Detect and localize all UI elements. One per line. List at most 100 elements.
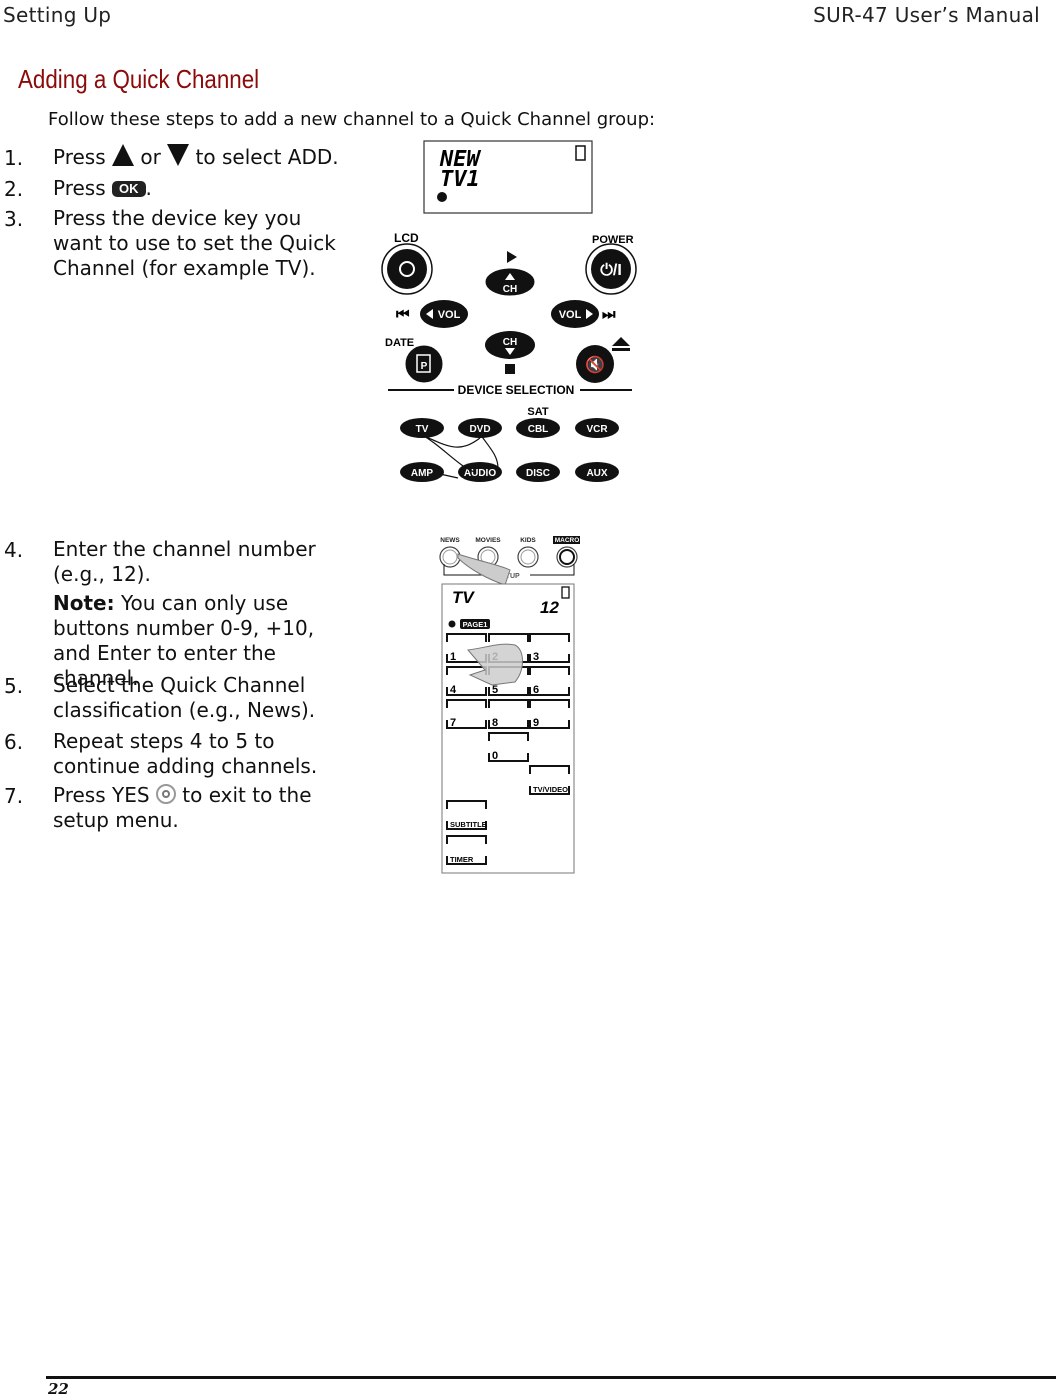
volume-down-button: VOL: [420, 300, 468, 328]
quick-label: NEWS: [440, 537, 460, 544]
footer-rule: [46, 1376, 1056, 1379]
key-label: 8: [492, 717, 498, 729]
play-icon: [507, 251, 517, 263]
key-label: 6: [533, 684, 539, 696]
step-text: to select: [195, 145, 282, 169]
step-1: Press or to select ADD.: [53, 144, 393, 170]
lcd-screen: NEW TV1: [423, 140, 593, 214]
quick-label: MACRO: [555, 537, 580, 544]
header-section: Setting Up: [3, 3, 112, 27]
device-label: AMP: [411, 468, 434, 479]
step-number: 5.: [4, 674, 24, 698]
lcd-channel: 12: [540, 598, 559, 617]
channel-down-button: CH: [485, 331, 535, 359]
battery-icon: [561, 586, 570, 599]
power-icon: ⏻/I: [600, 262, 622, 279]
vol-label: VOL: [438, 309, 461, 321]
signal-icon: [437, 192, 447, 202]
device-label: VCR: [586, 424, 608, 435]
ch-label: CH: [503, 337, 517, 348]
step-2: Press OK.: [53, 176, 363, 201]
sat-label: SAT: [527, 406, 548, 418]
step-number: 4.: [4, 538, 24, 562]
header-manual-title: SUR-47 User’s Manual: [813, 3, 1040, 27]
down-arrow-icon: [167, 144, 190, 166]
device-label: DVD: [469, 424, 490, 435]
previous-track-icon: ⏮: [396, 306, 410, 323]
device-button-cbl: CBL: [516, 418, 560, 438]
step-5: Select the Quick Channel classification …: [53, 673, 316, 722]
device-button-disc: DISC: [516, 462, 560, 482]
step-number: 3.: [4, 207, 24, 231]
device-label: TV: [416, 424, 429, 435]
mute-icon: 🔇: [585, 355, 605, 374]
key-label: TIMER: [450, 855, 474, 864]
channel-up-button: CH: [484, 267, 536, 297]
power-button: ⏻/I: [585, 243, 637, 295]
quick-button-kids: KIDS: [517, 537, 539, 568]
page-icon: P: [421, 361, 428, 372]
ok-button-icon: OK: [112, 181, 146, 197]
step-text: Press: [53, 176, 106, 200]
key-label: 4: [450, 684, 457, 696]
volume-up-button: VOL: [551, 300, 599, 328]
vol-label: VOL: [559, 309, 582, 321]
next-track-icon: ⏭: [602, 306, 616, 323]
note-label: Note:: [53, 591, 115, 615]
eject-icon: [612, 337, 630, 346]
date-label: DATE: [385, 337, 414, 349]
device-button-aux: AUX: [575, 462, 619, 482]
step-text: Press YES: [53, 783, 150, 807]
step-6: Repeat steps 4 to 5 to continue adding c…: [53, 729, 318, 778]
punct: .: [332, 145, 339, 169]
stop-icon: [505, 364, 515, 374]
device-button-audio: AUDIO: [458, 462, 502, 482]
device-label: CBL: [528, 424, 549, 435]
quick-label: KIDS: [520, 537, 536, 544]
key-label: 7: [450, 717, 456, 729]
key-label: 9: [533, 717, 539, 729]
step-number: 7.: [4, 784, 24, 808]
lcd-light-button: [381, 243, 433, 295]
key-label: 3: [533, 651, 539, 663]
step-number: 1.: [4, 146, 24, 170]
up-arrow-icon: [112, 144, 134, 166]
step-3: Press the device key you want to use to …: [53, 206, 336, 280]
device-button-amp: AMP: [400, 462, 444, 482]
step-number: 6.: [4, 730, 24, 754]
key-label: 5: [492, 684, 498, 696]
yes-button-icon: [155, 784, 176, 804]
device-selection-label: DEVICE SELECTION: [458, 383, 575, 397]
device-button-vcr: VCR: [575, 418, 619, 438]
step-number: 2.: [4, 177, 24, 201]
page-title: Adding a Quick Channel: [18, 64, 260, 94]
page-number: 22: [48, 1380, 69, 1398]
key-label: 0: [492, 750, 498, 762]
remote-figure-top: NEW TV1 LCD POWER ⏻/I CH ⏮ VOL VOL ⏭ DAT…: [381, 140, 637, 482]
device-label: DISC: [526, 468, 550, 479]
remote-figure-bottom: NEWSMOVIESKIDSMACRO SETUP TV 12 PAGE1 12…: [439, 536, 580, 874]
key-label: TV/VIDEO: [533, 785, 568, 794]
quick-label: MOVIES: [475, 537, 501, 544]
lcd-label: LCD: [394, 231, 419, 245]
mute-button: 🔇: [576, 345, 614, 383]
intro-text: Follow these steps to add a new channel …: [48, 109, 656, 130]
punct: .: [145, 176, 152, 200]
signal-icon: [448, 620, 456, 628]
key-label: SUBTITLE: [450, 820, 487, 829]
device-label: AUX: [586, 468, 607, 479]
lcd-line-2: TV1: [440, 167, 480, 192]
quick-button-news: NEWS: [439, 537, 461, 568]
step-7: Press YES to exit to the setup menu.: [53, 783, 343, 833]
battery-icon: [575, 145, 586, 161]
step-text: Press: [53, 145, 106, 169]
step-text: Enter the channel number (e.g., 12).: [53, 537, 316, 586]
page-label: PAGE1: [463, 620, 488, 629]
quick-button-macro: MACRO: [553, 536, 580, 568]
date-button: P: [404, 344, 444, 384]
step-text: or: [140, 145, 161, 169]
add-option: ADD: [287, 145, 333, 169]
ch-label: CH: [503, 284, 517, 295]
key-label: 1: [450, 651, 456, 663]
lcd-device: TV: [452, 588, 475, 607]
